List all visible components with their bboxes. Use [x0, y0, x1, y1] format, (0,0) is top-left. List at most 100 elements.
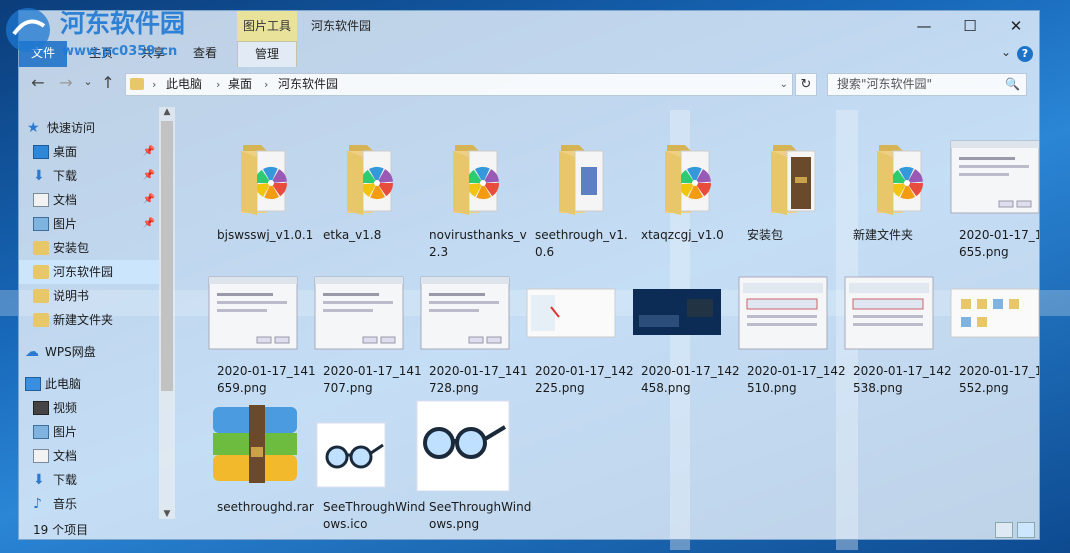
download-icon: ⬇	[33, 168, 45, 184]
refresh-button[interactable]: ↻	[795, 73, 817, 96]
folder-item[interactable]: etka_v1.8	[297, 127, 397, 257]
picture-icon	[33, 217, 49, 231]
file-item[interactable]: 2020-01-17_141728.png	[403, 263, 528, 395]
sidebar-item-label: 视频	[53, 401, 78, 415]
window-title: 河东软件园	[311, 19, 372, 33]
image-thumbnail-icon	[420, 276, 510, 350]
image-thumbnail-icon	[844, 276, 934, 350]
star-icon: ★	[27, 120, 40, 136]
sidebar-item[interactable]: 新建文件夹	[19, 308, 159, 332]
folder-item[interactable]: seethrough_v1.0.6	[509, 127, 628, 259]
recent-locations-button[interactable]: ⌄	[77, 75, 99, 88]
image-thumbnail-icon	[950, 288, 1039, 338]
sidebar-item[interactable]: 文档	[19, 444, 159, 468]
sidebar-item-label: WPS网盘	[45, 345, 96, 359]
sidebar-item[interactable]: 图片 📌	[19, 212, 159, 236]
sidebar-item[interactable]: ⬇ 下载 📌	[19, 164, 159, 188]
item-thumbnail	[521, 127, 621, 215]
file-item[interactable]: 2020-01-17_141659.png	[191, 263, 316, 395]
scroll-down-icon[interactable]: ▼	[159, 509, 175, 519]
up-button[interactable]: ↑	[97, 73, 119, 92]
file-item[interactable]: 2020-01-17_142458.png	[615, 263, 740, 395]
file-item[interactable]: 2020-01-17_141655.png	[933, 127, 1039, 259]
sidebar-item-label: 下载	[53, 473, 78, 487]
sidebar-item[interactable]: 河东软件园	[19, 260, 159, 284]
sidebar-item[interactable]: 桌面 📌	[19, 140, 159, 164]
breadcrumb-desktop[interactable]: 桌面	[228, 74, 252, 95]
sidebar-item[interactable]: ★ 快速访问	[19, 116, 159, 140]
image-thumbnail-icon	[526, 288, 616, 338]
glasses-icon	[416, 400, 510, 492]
breadcrumb-separator: ›	[264, 78, 269, 91]
help-icon[interactable]: ?	[1017, 46, 1033, 62]
item-thumbnail	[945, 263, 1039, 351]
details-view-icon[interactable]	[995, 522, 1013, 538]
sidebar-item[interactable]: 说明书	[19, 284, 159, 308]
status-bar: 19 个项目	[19, 519, 1039, 539]
tab-share[interactable]: 共享	[141, 41, 165, 67]
file-item[interactable]: 2020-01-17_142510.png	[721, 263, 846, 395]
breadcrumb-current-folder[interactable]: 河东软件园	[278, 74, 338, 95]
search-input[interactable]: 搜索"河东软件园" 🔍	[827, 73, 1027, 96]
image-thumbnail-icon	[950, 140, 1039, 214]
sidebar-item-label: 下载	[53, 169, 78, 183]
context-tab-header: 图片工具	[237, 11, 297, 41]
maximize-button[interactable]: ☐	[947, 11, 993, 41]
tab-file[interactable]: 文件	[19, 41, 67, 67]
search-placeholder: 搜索"河东软件园"	[837, 77, 933, 91]
sidebar-item[interactable]: 视频	[19, 396, 159, 420]
minimize-button[interactable]: —	[901, 11, 947, 41]
tab-manage[interactable]: 管理	[237, 41, 297, 67]
item-thumbnail	[309, 399, 409, 488]
sidebar-item-label: 音乐	[53, 497, 78, 511]
title-bar: 图片工具 河东软件园 — ☐ ✕	[19, 11, 1039, 41]
close-button[interactable]: ✕	[993, 11, 1039, 41]
sidebar-item-label: 文档	[53, 449, 78, 463]
ribbon-collapse-icon[interactable]: ⌄	[1001, 45, 1011, 59]
address-bar[interactable]: › 此电脑 › 桌面 › 河东软件园 ⌄	[125, 73, 793, 96]
image-thumbnail-icon	[633, 289, 721, 335]
sidebar-item[interactable]: 文档 📌	[19, 188, 159, 212]
sidebar-item[interactable]: 此电脑	[19, 372, 159, 396]
sidebar-item[interactable]: ⬇ 下载	[19, 468, 159, 492]
item-thumbnail	[839, 127, 939, 215]
download-icon: ⬇	[33, 472, 45, 488]
item-thumbnail	[733, 263, 833, 351]
sidebar-item[interactable]: ☁ WPS网盘	[19, 340, 159, 364]
navigation-pane-scrollbar[interactable]: ▲ ▼	[159, 107, 175, 519]
forward-button[interactable]: →	[55, 73, 77, 92]
folder-item[interactable]: xtaqzcgj_v1.0	[615, 127, 724, 257]
large-icons-view-icon[interactable]	[1017, 522, 1035, 538]
sidebar-item[interactable]: 安装包	[19, 236, 159, 260]
folder-item[interactable]: novirusthanks_v2.3	[403, 127, 527, 259]
sidebar-item[interactable]: ♪ 音乐	[19, 492, 159, 516]
sidebar-item-label: 说明书	[53, 289, 90, 303]
item-thumbnail	[309, 127, 409, 215]
folder-item[interactable]: 安装包	[721, 127, 821, 257]
tab-view[interactable]: 查看	[193, 41, 217, 67]
item-name: 2020-01-17_142552.png	[959, 364, 1039, 395]
item-thumbnail	[627, 263, 727, 351]
scroll-up-icon[interactable]: ▲	[159, 107, 175, 117]
sidebar-item-label: 新建文件夹	[53, 313, 114, 327]
file-item[interactable]: 2020-01-17_142552.png	[933, 263, 1039, 395]
file-item[interactable]: seethroughd.rar	[191, 399, 314, 529]
file-item[interactable]: 2020-01-17_142538.png	[827, 263, 952, 395]
file-item[interactable]: 2020-01-17_142225.png	[509, 263, 634, 395]
item-name: 2020-01-17_141655.png	[959, 228, 1039, 259]
folder-item[interactable]: bjswsswj_v1.0.1	[191, 127, 313, 257]
sidebar-item[interactable]: 图片	[19, 420, 159, 444]
pin-icon: 📌	[142, 170, 155, 181]
breadcrumb-this-pc[interactable]: 此电脑	[166, 74, 202, 95]
folder-icon	[241, 145, 287, 215]
folder-item[interactable]: 新建文件夹	[827, 127, 927, 257]
file-item[interactable]: SeeThroughWindows.ico	[297, 399, 425, 531]
picture-icon	[33, 425, 49, 439]
address-dropdown-icon[interactable]: ⌄	[780, 74, 788, 95]
scrollbar-thumb[interactable]	[161, 121, 173, 391]
back-button[interactable]: ←	[27, 73, 49, 92]
explorer-window: 图片工具 河东软件园 — ☐ ✕ 文件 主页 共享 查看 管理 ⌄ ? ← → …	[18, 10, 1040, 540]
file-item[interactable]: 2020-01-17_141707.png	[297, 263, 422, 395]
file-item[interactable]: SeeThroughWindows.png	[403, 399, 531, 531]
tab-home[interactable]: 主页	[89, 41, 113, 67]
